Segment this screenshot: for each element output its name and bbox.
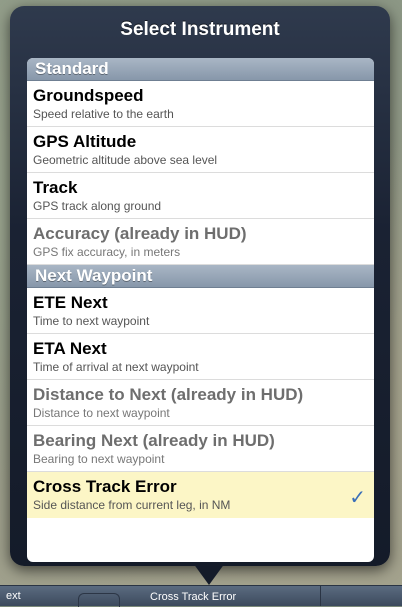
list-item-eta-next[interactable]: ETA Next Time of arrival at next waypoin… (27, 334, 374, 380)
item-title: Cross Track Error (33, 477, 177, 496)
item-subtitle: Distance to next waypoint (33, 406, 170, 420)
list-item-track[interactable]: Track GPS track along ground (27, 173, 374, 219)
toolbar-left-label[interactable]: ext (6, 590, 21, 602)
item-title: Track (33, 178, 78, 197)
item-subtitle: GPS fix accuracy, in meters (33, 245, 181, 259)
popover-title: Select Instrument (120, 19, 280, 40)
toolbar-divider (320, 586, 321, 606)
item-subtitle: Bearing to next waypoint (33, 452, 165, 466)
item-title: Accuracy (already in HUD) (33, 224, 247, 243)
checkmark-icon: ✓ (349, 487, 366, 509)
list-item-bearing-next: Bearing Next (already in HUD) Bearing to… (27, 426, 374, 472)
instrument-popover: Select Instrument Standard Groundspeed S… (10, 6, 390, 566)
item-subtitle: Speed relative to the earth (33, 107, 174, 121)
bottom-toolbar: ext Cross Track Error (0, 585, 402, 607)
list-item-accuracy: Accuracy (already in HUD) GPS fix accura… (27, 219, 374, 265)
section-header-next-waypoint: Next Waypoint (27, 265, 374, 288)
item-title: GPS Altitude (33, 132, 137, 151)
item-subtitle: GPS track along ground (33, 199, 162, 213)
list-item-gps-altitude[interactable]: GPS Altitude Geometric altitude above se… (27, 127, 374, 173)
item-title: ETE Next (33, 293, 108, 312)
item-title: Distance to Next (already in HUD) (33, 385, 304, 404)
item-title: ETA Next (33, 339, 107, 358)
item-title: Bearing Next (already in HUD) (33, 431, 275, 450)
list-item-ete-next[interactable]: ETE Next Time to next waypoint (27, 288, 374, 334)
list-item-distance-to-next: Distance to Next (already in HUD) Distan… (27, 380, 374, 426)
toolbar-instrument-button[interactable]: Cross Track Error (150, 591, 236, 603)
item-subtitle: Side distance from current leg, in NM (33, 498, 231, 512)
section-header-standard: Standard (27, 58, 374, 81)
item-title: Groundspeed (33, 86, 144, 105)
list-item-cross-track-error[interactable]: Cross Track Error Side distance from cur… (27, 472, 374, 518)
item-subtitle: Time of arrival at next waypoint (33, 360, 199, 374)
popover-arrow (193, 563, 225, 585)
list-item-groundspeed[interactable]: Groundspeed Speed relative to the earth (27, 81, 374, 127)
item-subtitle: Geometric altitude above sea level (33, 153, 218, 167)
instrument-list[interactable]: Standard Groundspeed Speed relative to t… (27, 58, 374, 562)
item-subtitle: Time to next waypoint (33, 314, 150, 328)
